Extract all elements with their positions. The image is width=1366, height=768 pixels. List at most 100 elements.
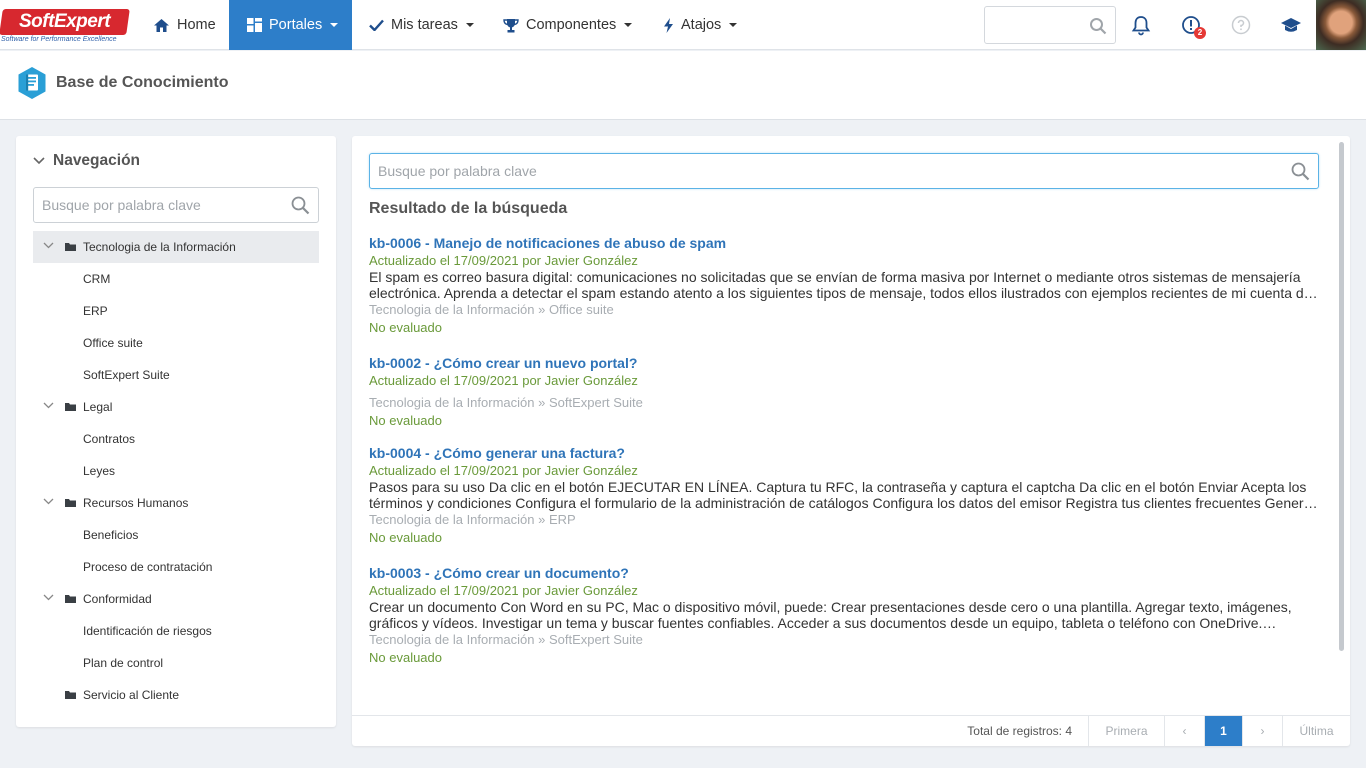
tree-node-legal[interactable]: Legal — [33, 391, 319, 423]
chevron-down-icon[interactable] — [43, 402, 54, 409]
tree-item-label: Leyes — [83, 464, 116, 478]
pagination-page-1[interactable]: 1 — [1204, 716, 1242, 746]
task-alerts-icon[interactable]: 2 — [1180, 14, 1206, 39]
result-title-link[interactable]: kb-0003 - ¿Cómo crear un documento? — [369, 564, 1319, 582]
trophy-icon — [503, 18, 519, 32]
tree-node-label: Tecnologia de la Información — [83, 240, 236, 254]
result-description: Pasos para su uso Da clic en el botón EJ… — [369, 480, 1312, 511]
tree-item-label: SoftExpert Suite — [83, 368, 170, 382]
graduation-cap-icon[interactable] — [1280, 14, 1302, 36]
tree-item-identificacion-riesgos[interactable]: Identificación de riesgos — [33, 615, 319, 647]
lightning-icon — [664, 17, 673, 33]
page-title: Base de Conocimiento — [56, 74, 229, 91]
chevron-down-icon — [624, 23, 633, 27]
result-updated: Actualizado el 17/09/2021 por Javier Gon… — [369, 583, 638, 598]
tree-node-servicio-cliente[interactable]: Servicio al Cliente — [33, 679, 319, 711]
tree-item-label: Proceso de contratación — [83, 560, 213, 574]
navigation-search-input[interactable] — [34, 188, 318, 222]
result-item: kb-0004 - ¿Cómo generar una factura? Act… — [369, 444, 1319, 547]
tree-item-label: Contratos — [83, 432, 136, 446]
keyword-search-field[interactable] — [369, 153, 1319, 189]
tree-item-softexpert-suite[interactable]: SoftExpert Suite — [33, 359, 319, 391]
result-title-link[interactable]: kb-0002 - ¿Cómo crear un nuevo portal? — [369, 354, 1319, 372]
tree-item-proceso-contratacion[interactable]: Proceso de contratación — [33, 551, 319, 583]
nav-home[interactable]: Home — [153, 0, 216, 50]
result-title-link[interactable]: kb-0006 - Manejo de notificaciones de ab… — [369, 234, 1319, 252]
chevron-down-icon — [330, 23, 339, 27]
folder-icon — [65, 243, 76, 251]
result-item: kb-0006 - Manejo de notificaciones de ab… — [369, 234, 1319, 337]
result-category-path: Tecnologia de la Información » SoftExper… — [369, 395, 643, 410]
pagination-last-button[interactable]: Última — [1282, 716, 1350, 746]
tree-item-contratos[interactable]: Contratos — [33, 423, 319, 455]
result-category-path: Tecnologia de la Información » Office su… — [369, 302, 614, 317]
result-title-link[interactable]: kb-0004 - ¿Cómo generar una factura? — [369, 444, 1319, 462]
chevron-down-icon[interactable] — [43, 498, 54, 505]
navigation-search-field[interactable] — [33, 187, 319, 223]
results-scrollbar[interactable] — [1339, 142, 1344, 651]
question-icon — [1231, 15, 1251, 35]
tree-node-conformidad[interactable]: Conformidad — [33, 583, 319, 615]
tree-item-label: CRM — [83, 272, 111, 286]
tree-item-label: ERP — [83, 304, 108, 318]
nav-componentes[interactable]: Componentes — [503, 0, 633, 50]
pagination-next-button[interactable]: › — [1242, 716, 1282, 746]
logo-name-left: Soft — [18, 11, 54, 32]
tree-item-beneficios[interactable]: Beneficios — [33, 519, 319, 551]
result-rating: No evaluado — [369, 320, 442, 335]
result-description: Crear un documento Con Word en su PC, Ma… — [369, 600, 1292, 631]
tree-item-label: Beneficios — [83, 528, 139, 542]
logo-wordmark: SoftExpert — [0, 9, 130, 35]
home-icon — [154, 18, 169, 32]
result-rating: No evaluado — [369, 650, 442, 665]
nav-mis-tareas[interactable]: Mis tareas — [369, 0, 474, 50]
nav-componentes-label: Componentes — [526, 17, 617, 33]
result-rating: No evaluado — [369, 413, 442, 428]
result-updated: Actualizado el 17/09/2021 por Javier Gon… — [369, 463, 638, 478]
chevron-down-icon[interactable] — [43, 594, 54, 601]
result-rating: No evaluado — [369, 530, 442, 545]
pagination-prev-button[interactable]: ‹ — [1164, 716, 1204, 746]
result-updated: Actualizado el 17/09/2021 por Javier Gon… — [369, 253, 638, 268]
search-icon[interactable] — [1291, 162, 1310, 181]
knowledge-base-icon — [18, 67, 46, 99]
help-icon[interactable] — [1230, 14, 1252, 36]
nav-portales[interactable]: Portales — [229, 0, 353, 50]
tree-item-label: Plan de control — [83, 656, 164, 670]
nav-portales-label: Portales — [269, 17, 323, 33]
search-icon[interactable] — [1089, 17, 1107, 35]
result-description: El spam es correo basura digital: comuni… — [369, 270, 1312, 301]
tree-node-tecnologia[interactable]: Tecnologia de la Información — [33, 231, 319, 263]
tree-item-plan-control[interactable]: Plan de control — [33, 647, 319, 679]
tree-node-recursos-humanos[interactable]: Recursos Humanos — [33, 487, 319, 519]
tree-node-label: Recursos Humanos — [83, 496, 189, 510]
result-updated: Actualizado el 17/09/2021 por Javier Gon… — [369, 373, 638, 388]
notifications-bell-icon[interactable] — [1130, 14, 1152, 36]
chevron-down-icon[interactable] — [43, 242, 54, 249]
portal-grid-icon — [247, 18, 262, 32]
tree-item-crm[interactable]: CRM — [33, 263, 319, 295]
result-category-path: Tecnologia de la Información » ERP — [369, 512, 576, 527]
page-header: Base de Conocimiento — [0, 51, 1366, 120]
tree-node-label: Servicio al Cliente — [83, 688, 180, 702]
tree-item-leyes[interactable]: Leyes — [33, 455, 319, 487]
tree-item-label: Identificación de riesgos — [83, 624, 212, 638]
logo-text: SoftExpert — [19, 11, 110, 33]
tree-item-erp[interactable]: ERP — [33, 295, 319, 327]
navigation-heading: Navegación — [53, 152, 141, 169]
navigation-panel-header[interactable]: Navegación — [33, 152, 140, 170]
folder-icon — [65, 595, 76, 603]
logo-name-right: Expert — [53, 11, 111, 32]
pagination-bar: Total de registros: 4 Primera ‹ 1 › Últi… — [352, 715, 1350, 746]
user-avatar[interactable] — [1316, 0, 1366, 50]
nav-atajos[interactable]: Atajos — [663, 0, 738, 50]
pagination-first-button[interactable]: Primera — [1088, 716, 1164, 746]
global-search-input[interactable] — [984, 6, 1116, 44]
search-icon[interactable] — [291, 196, 310, 215]
tree-item-office-suite[interactable]: Office suite — [33, 327, 319, 359]
chevron-down-icon — [33, 157, 45, 165]
softexpert-logo[interactable]: SoftExpert Software for Performance Exce… — [0, 8, 132, 46]
result-item: kb-0002 - ¿Cómo crear un nuevo portal? A… — [369, 354, 1319, 430]
folder-icon — [65, 499, 76, 507]
keyword-search-input[interactable] — [370, 154, 1318, 188]
